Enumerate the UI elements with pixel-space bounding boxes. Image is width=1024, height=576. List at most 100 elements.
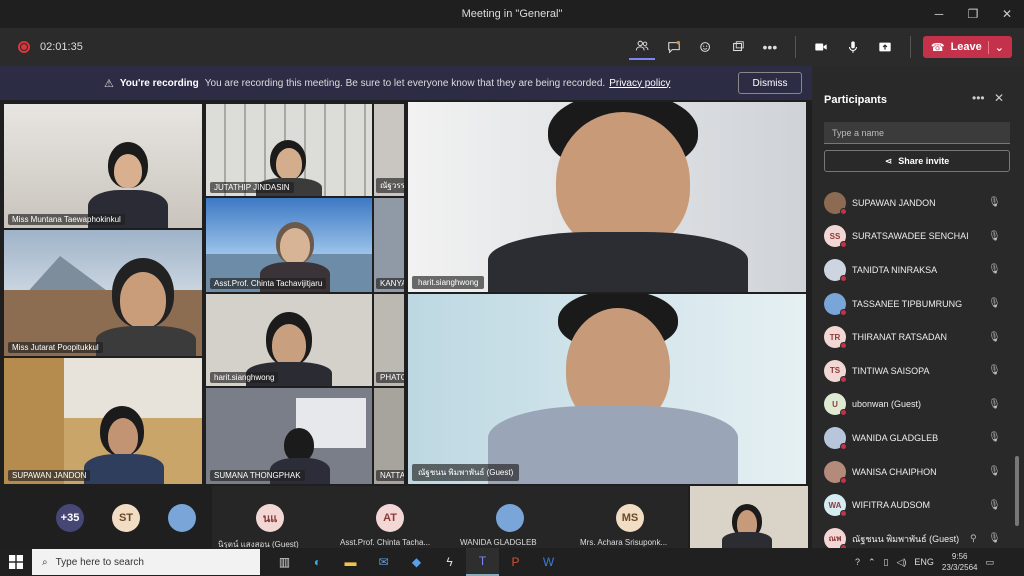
- camera-button[interactable]: [808, 34, 834, 60]
- participant-row[interactable]: SUPAWAN JANDON 🎙︎: [812, 186, 1017, 220]
- status-badge: [840, 375, 847, 383]
- participant-avatar-photo[interactable]: [168, 504, 196, 532]
- video-tile[interactable]: KANYA: [374, 198, 404, 292]
- participant-row[interactable]: TANIDTA NINRAKSA 🎙︎: [812, 253, 1017, 287]
- video-tile[interactable]: harit.sianghwong: [206, 294, 372, 386]
- video-tile[interactable]: SUPAWAN JANDON: [4, 358, 202, 484]
- taskbar-apps: ▥ ◐ ▬ ✉ ◆ ϟ T P W: [268, 548, 565, 576]
- mic-button[interactable]: [840, 34, 866, 60]
- mic-muted-icon[interactable]: 🎙︎: [988, 264, 1001, 275]
- dismiss-button[interactable]: Dismiss: [738, 72, 802, 94]
- video-tile[interactable]: Asst.Prof. Chinta Tachavijitjaru: [206, 198, 372, 292]
- participant-avatar: [824, 258, 847, 282]
- chevron-up-icon[interactable]: ⌃: [868, 557, 876, 568]
- video-tile[interactable]: Miss Jutarat Poopitukkul: [4, 230, 202, 356]
- mic-muted-icon[interactable]: 🎙︎: [988, 332, 1001, 343]
- help-icon[interactable]: ?: [855, 557, 860, 567]
- mic-muted-icon[interactable]: 🎙︎: [988, 500, 1001, 511]
- privacy-policy-link[interactable]: Privacy policy: [609, 78, 670, 89]
- file-explorer-icon[interactable]: ▬: [334, 548, 367, 576]
- word-icon[interactable]: W: [532, 548, 565, 576]
- video-tile[interactable]: PHATC: [374, 294, 404, 386]
- leave-button[interactable]: ☎ Leave ⌄: [922, 36, 1012, 58]
- participant-row[interactable]: WANIDA GLADGLEB 🎙︎: [812, 421, 1017, 455]
- pin-icon[interactable]: ⚲: [970, 533, 977, 544]
- video-tile[interactable]: SUMANA THONGPHAK: [206, 388, 372, 484]
- participant-avatar: WA: [824, 494, 847, 518]
- mail-icon[interactable]: ✉: [367, 548, 400, 576]
- dropbox-icon[interactable]: ◆: [400, 548, 433, 576]
- chat-button[interactable]: [661, 34, 687, 60]
- clock-date: 23/3/2564: [941, 563, 978, 572]
- share-invite-button[interactable]: ⋖ Share invite: [824, 150, 1010, 172]
- mic-muted-icon[interactable]: 🎙︎: [988, 399, 1001, 410]
- share-screen-button[interactable]: [872, 34, 898, 60]
- edge-icon[interactable]: ◐: [301, 548, 334, 576]
- featured-video-tile[interactable]: harit.sianghwong: [408, 102, 806, 292]
- participant-avatar[interactable]: MS: [616, 504, 644, 532]
- chevron-down-icon[interactable]: ⌄: [987, 40, 1004, 54]
- windows-taskbar: ⌕ Type here to search ▥ ◐ ▬ ✉ ◆ ϟ T P W …: [0, 548, 1024, 576]
- participant-name: WANISA CHAIPHON: [852, 466, 937, 477]
- rooms-button[interactable]: [725, 34, 751, 60]
- video-tile[interactable]: JUTATHIP JINDASIN: [206, 104, 372, 196]
- participant-name-label: NATTA: [376, 470, 404, 481]
- mic-muted-icon[interactable]: 🎙︎: [988, 365, 1001, 376]
- participant-avatar[interactable]: AT: [376, 504, 404, 532]
- participant-name-label: harit.sianghwong: [210, 372, 279, 383]
- video-tile[interactable]: Miss Muntana Taewaphokinkul: [4, 104, 202, 228]
- taskbar-clock[interactable]: 9:56 23/3/2564: [942, 551, 978, 573]
- more-options-icon[interactable]: •••: [972, 91, 985, 105]
- participant-avatar[interactable]: ST: [112, 504, 140, 532]
- participant-row[interactable]: Uubonwan (Guest) 🎙︎: [812, 388, 1017, 422]
- video-tile[interactable]: ณัฐวรรณ: [374, 104, 404, 196]
- participants-panel: Participants ••• ✕ ⋖ Share invite SUPAWA…: [812, 66, 1024, 551]
- participant-row[interactable]: SS SURATSAWADEE SENCHAI 🎙︎: [812, 220, 1017, 254]
- taskbar-search-box[interactable]: ⌕ Type here to search: [32, 549, 260, 575]
- maximize-button[interactable]: ❐: [956, 0, 990, 28]
- participant-row[interactable]: TS TINTIWA SAISOPA 🎙︎: [812, 354, 1017, 388]
- volume-icon[interactable]: ◁): [896, 557, 906, 568]
- participant-row[interactable]: TASSANEE TIPBUMRUNG 🎙︎: [812, 287, 1017, 321]
- video-tile[interactable]: NATTA: [374, 388, 404, 484]
- participant-row[interactable]: TR THIRANAT RATSADAN 🎙︎: [812, 320, 1017, 354]
- overflow-count-button[interactable]: +35: [56, 504, 84, 532]
- language-indicator[interactable]: ENG: [914, 557, 934, 567]
- share-icon: ⋖: [884, 155, 893, 166]
- participant-search-input[interactable]: [824, 122, 1010, 144]
- powerpoint-icon[interactable]: P: [499, 548, 532, 576]
- participants-button[interactable]: [628, 34, 655, 60]
- notification-icon[interactable]: ▭: [985, 557, 994, 568]
- mic-muted-icon[interactable]: 🎙︎: [988, 298, 1001, 309]
- window-controls: ─ ❐ ✕: [922, 0, 1024, 28]
- mic-muted-icon[interactable]: 🎙︎: [988, 197, 1001, 208]
- featured-video-tile[interactable]: ณัฐชนน พิมพาพันธ์ (Guest): [408, 294, 806, 484]
- participant-avatar: ณพ: [824, 527, 847, 551]
- network-icon[interactable]: ▯: [884, 557, 889, 568]
- reactions-button[interactable]: [693, 34, 719, 60]
- close-window-button[interactable]: ✕: [990, 0, 1024, 28]
- leave-label: Leave: [950, 41, 982, 53]
- close-icon[interactable]: ✕: [994, 91, 1004, 105]
- participant-row[interactable]: WANISA CHAIPHON 🎙︎: [812, 455, 1017, 489]
- participant-avatar-photo[interactable]: [496, 504, 524, 532]
- teams-icon[interactable]: T: [466, 548, 499, 576]
- panel-scrollbar[interactable]: [1015, 456, 1019, 526]
- participant-initials: WA: [828, 500, 842, 510]
- mic-muted-icon[interactable]: 🎙︎: [988, 231, 1001, 242]
- banner-text: You are recording this meeting. Be sure …: [204, 77, 606, 89]
- status-badge: [840, 442, 847, 450]
- participant-row[interactable]: WA WIFITRA AUDSOM 🎙︎: [812, 488, 1017, 522]
- mic-muted-icon[interactable]: 🎙︎: [988, 533, 1001, 544]
- more-actions-button[interactable]: •••: [757, 34, 783, 60]
- start-button[interactable]: [0, 548, 32, 576]
- task-view-icon[interactable]: ▥: [268, 548, 301, 576]
- rooms-icon: [732, 41, 744, 52]
- minimize-button[interactable]: ─: [922, 0, 956, 28]
- mic-muted-icon[interactable]: 🎙︎: [988, 432, 1001, 443]
- participant-avatar[interactable]: นแ: [256, 504, 284, 532]
- self-view-thumbnail[interactable]: [690, 486, 808, 548]
- mic-muted-icon[interactable]: 🎙︎: [988, 466, 1001, 477]
- quick-share-icon[interactable]: ϟ: [433, 548, 466, 576]
- panel-title: Participants: [824, 94, 887, 106]
